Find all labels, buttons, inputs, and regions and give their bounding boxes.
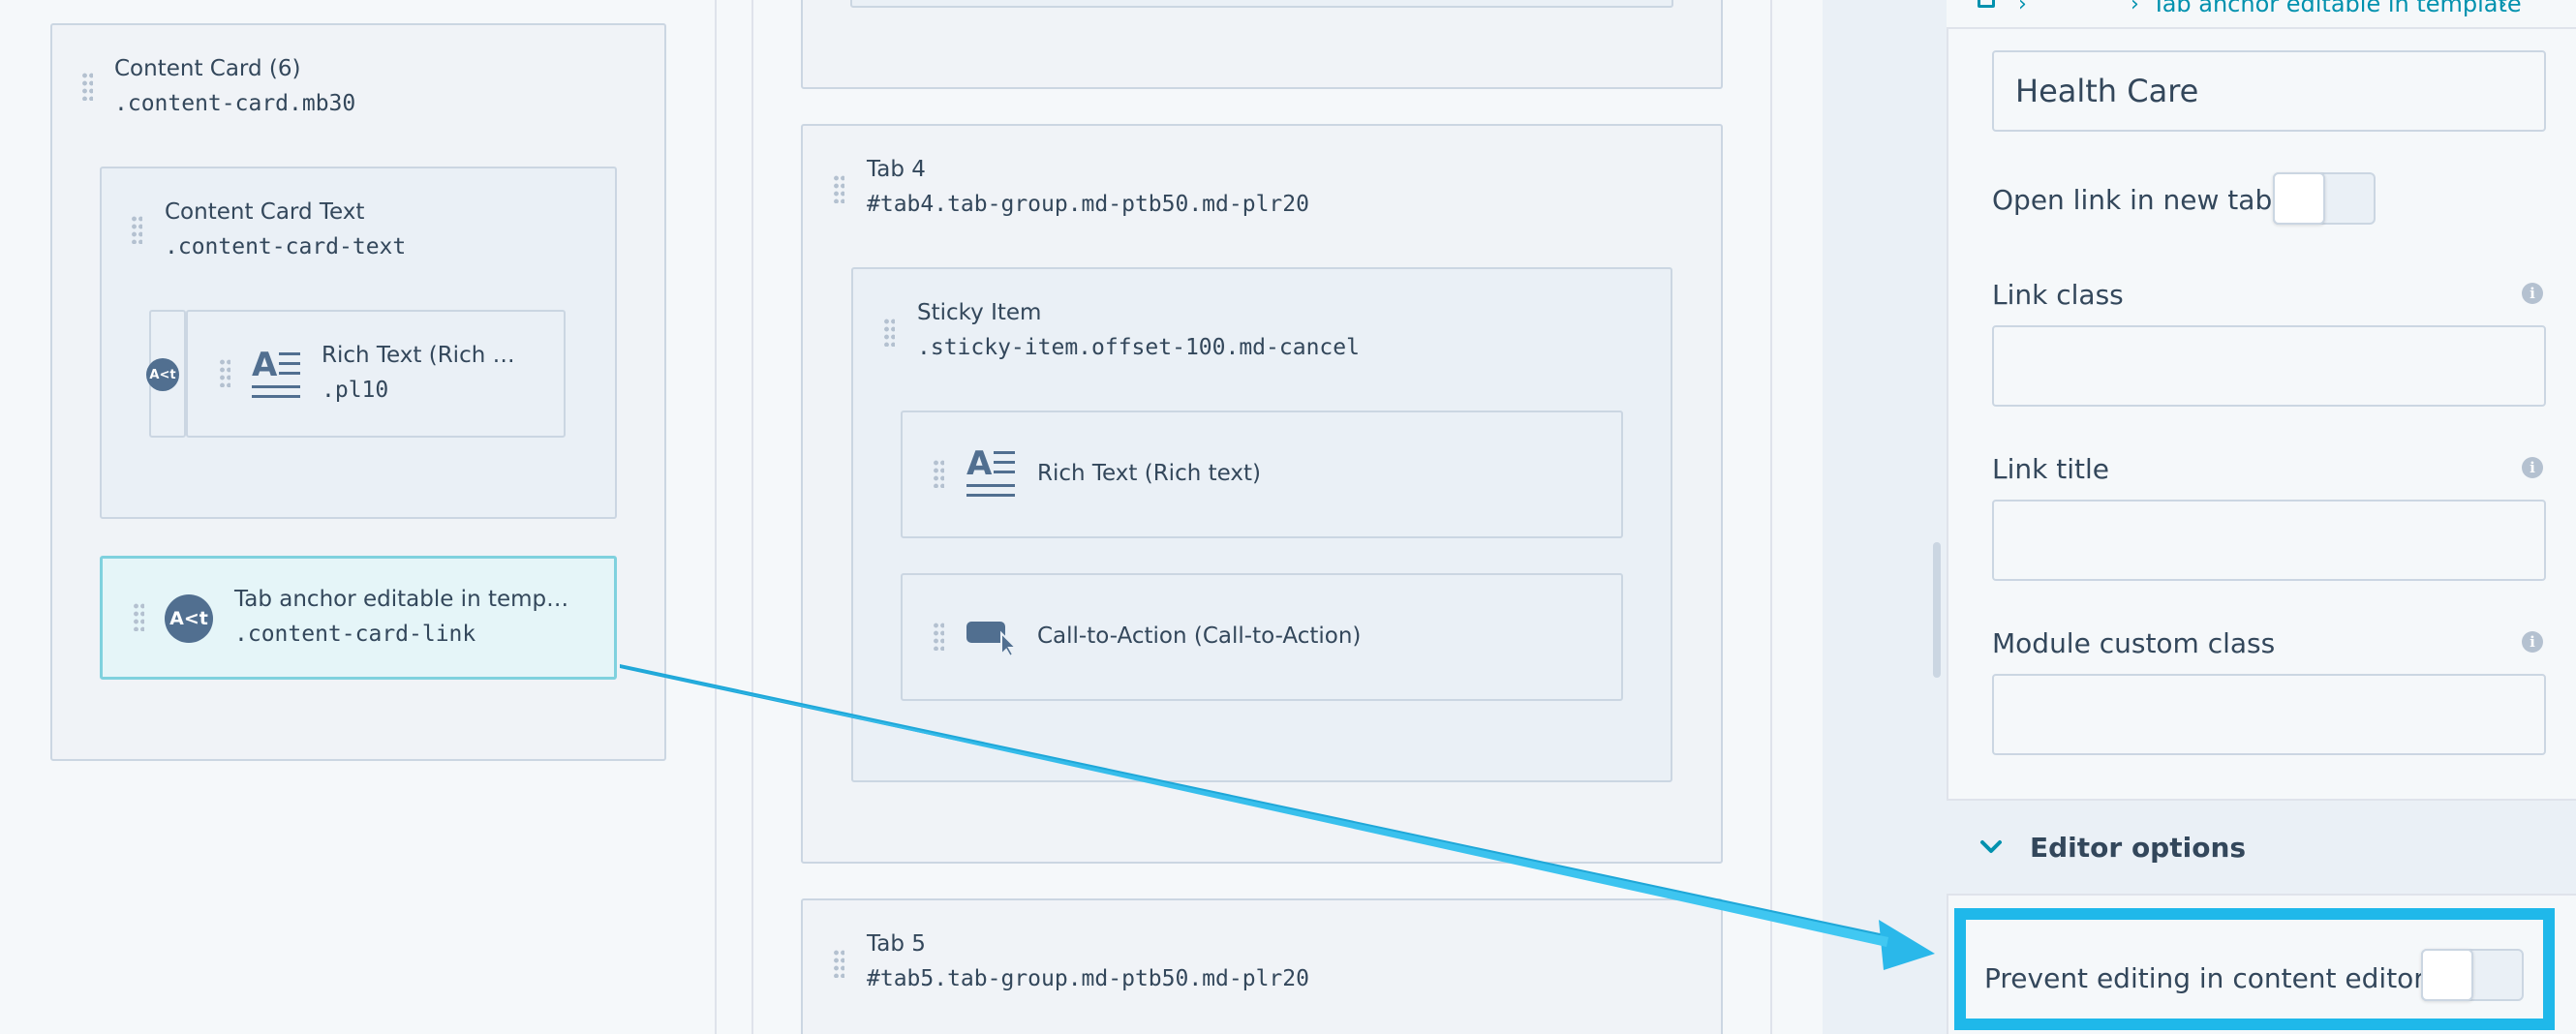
annotation-arrow [620, 664, 1935, 970]
